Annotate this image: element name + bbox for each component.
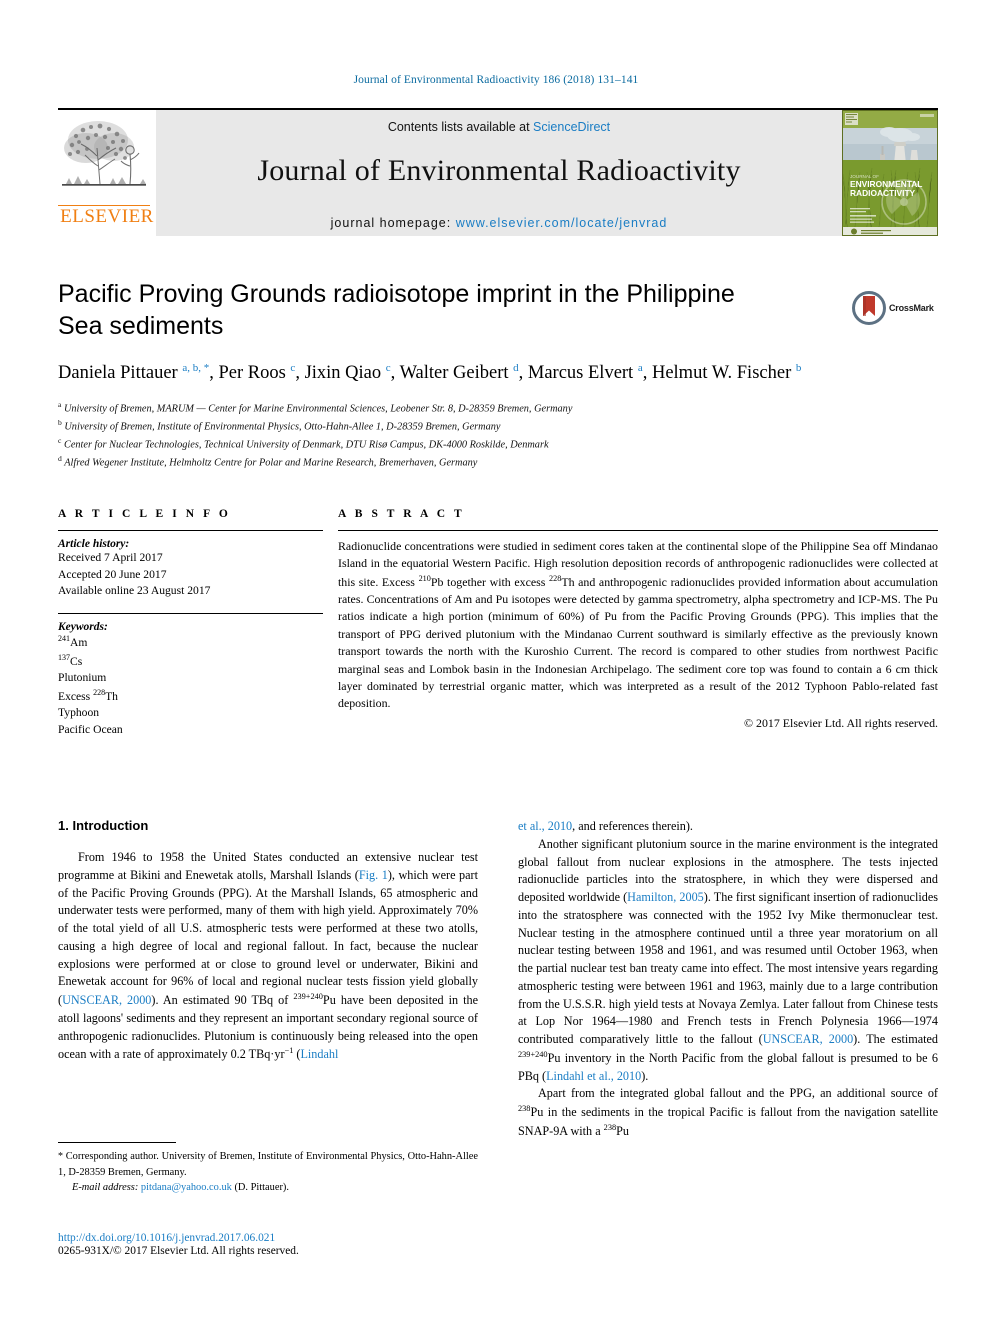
article-history-label: Article history: (58, 538, 130, 550)
article-history-received: Received 7 April 2017 (58, 551, 163, 564)
page-title: Pacific Proving Grounds radioisotope imp… (58, 280, 735, 340)
title-block: Pacific Proving Grounds radioisotope imp… (58, 278, 938, 472)
body-paragraph: Apart from the integrated global fallout… (518, 1086, 938, 1138)
affiliation-marker: a (58, 400, 62, 410)
figure-link-fig1[interactable]: Fig. 1 (359, 868, 388, 882)
body-columns: 1. Introduction From 1946 to 1958 the Un… (58, 818, 938, 1141)
elsevier-logo: ELSEVIER (58, 110, 156, 236)
contents-available-line: Contents lists available at ScienceDirec… (388, 120, 610, 134)
affiliation-marker: b (58, 418, 62, 428)
affiliation-text: Center for Nuclear Technologies, Technic… (63, 439, 549, 451)
body-paragraph: From 1946 to 1958 the United States cond… (58, 850, 478, 1062)
body-paragraph: et al., 2010, and references therein). (518, 819, 693, 833)
affiliation-marker: c (58, 436, 62, 446)
citation-link-lindahl-2010[interactable]: Lindahl (300, 1047, 338, 1061)
keyword-item: Excess 228Th (58, 687, 118, 703)
affiliation-text: Alfred Wegener Institute, Helmholtz Cent… (64, 457, 478, 469)
article-info-heading: A R T I C L E I N F O (58, 508, 231, 520)
email-label: E-mail address: (72, 1181, 141, 1193)
affiliation-item: c Center for Nuclear Technologies, Techn… (58, 435, 938, 453)
keyword-item: 137Cs (58, 652, 83, 668)
crossmark-badge[interactable]: CrossMark (852, 286, 938, 330)
masthead-center: Contents lists available at ScienceDirec… (156, 110, 842, 236)
affiliation-item: a University of Bremen, MARUM — Center f… (58, 399, 938, 417)
homepage-url-link[interactable]: www.elsevier.com/locate/jenvrad (456, 216, 668, 230)
svg-text:RADIOACTIVITY: RADIOACTIVITY (850, 188, 916, 198)
journal-masthead: ELSEVIER Contents lists available at Sci… (58, 108, 938, 236)
page-footer: http://dx.doi.org/10.1016/j.jenvrad.2017… (58, 1232, 478, 1257)
homepage-label: journal homepage: (330, 216, 456, 230)
article-history-online: Available online 23 August 2017 (58, 584, 211, 598)
citation-link-lindahl-et-al-2010[interactable]: Lindahl et al., 2010 (546, 1069, 641, 1083)
journal-homepage-line: journal homepage: www.elsevier.com/locat… (331, 216, 668, 230)
affiliation-text: University of Bremen, Institute of Envir… (64, 421, 501, 433)
keyword-item: 241Am (58, 634, 88, 649)
doi-link[interactable]: http://dx.doi.org/10.1016/j.jenvrad.2017… (58, 1232, 478, 1244)
keyword-item: Typhoon (58, 706, 100, 720)
journal-cover-image: JOURNAL OF ENVIRONMENTAL RADIOACTIVITY (842, 110, 938, 236)
article-info-rule-top (58, 530, 323, 531)
affiliation-item: b University of Bremen, Institute of Env… (58, 417, 938, 435)
author-list: Daniela Pittauer a, b, *, Per Roos c, Ji… (58, 361, 802, 383)
affiliation-text: University of Bremen, MARUM — Center for… (63, 403, 573, 415)
sciencedirect-link[interactable]: ScienceDirect (533, 120, 610, 134)
contents-prefix: Contents lists available at (387, 120, 534, 134)
body-column-right: et al., 2010, and references therein). A… (518, 818, 938, 1141)
journal-cover-thumbnail: JOURNAL OF ENVIRONMENTAL RADIOACTIVITY (842, 110, 938, 236)
citation-link-unscear-2000-b[interactable]: UNSCEAR, 2000 (763, 1032, 853, 1046)
affiliation-item: d Alfred Wegener Institute, Helmholtz Ce… (58, 453, 938, 471)
article-info-rule-mid (58, 613, 323, 615)
citation-link-hamilton-2005[interactable]: Hamilton, 2005 (627, 890, 704, 904)
abstract-column: A B S T R A C T Radionuclide concentrati… (338, 508, 938, 739)
footnote-email-line: E-mail address: pitdana@yahoo.co.uk (D. … (58, 1180, 478, 1195)
corresponding-author-footnote: * Corresponding author. University of Br… (58, 1142, 478, 1195)
citation-link-unscear-2000[interactable]: UNSCEAR, 2000 (62, 993, 151, 1007)
footnote-rule (58, 1142, 176, 1143)
abstract-body: Radionuclide concentrations were studied… (338, 539, 938, 711)
crossmark-icon (852, 291, 886, 325)
affiliation-marker: d (58, 454, 62, 464)
affiliation-list: a University of Bremen, MARUM — Center f… (58, 399, 938, 471)
elsevier-tree-icon (58, 114, 150, 204)
section-heading-introduction: 1. Introduction (58, 818, 149, 833)
keywords-label: Keywords: (58, 621, 108, 634)
keyword-item: Pacific Ocean (58, 723, 123, 737)
article-history-accepted: Accepted 20 June 2017 (58, 567, 167, 581)
keyword-item: Plutonium (58, 671, 107, 685)
journal-title: Journal of Environmental Radioactivity (257, 154, 741, 187)
abstract-heading: A B S T R A C T (338, 508, 465, 520)
elsevier-wordmark: ELSEVIER (60, 206, 154, 227)
paper-page: Journal of Environmental Radioactivity 1… (0, 0, 992, 1323)
citation-link-lindahl-2010-cont[interactable]: et al., 2010 (518, 819, 572, 833)
issn-copyright-line: 0265-931X/© 2017 Elsevier Ltd. All right… (58, 1245, 299, 1257)
body-paragraph: Another significant plutonium source in … (518, 836, 939, 1083)
email-link[interactable]: pitdana@yahoo.co.uk (141, 1182, 232, 1193)
running-head: Journal of Environmental Radioactivity 1… (353, 74, 639, 86)
email-suffix: (D. Pittauer). (231, 1181, 289, 1193)
footnote-corresponding: * Corresponding author. University of Br… (58, 1151, 478, 1178)
body-column-left: 1. Introduction From 1946 to 1958 the Un… (58, 818, 478, 1141)
abstract-rule (338, 530, 938, 531)
article-info-column: A R T I C L E I N F O Article history: R… (58, 508, 323, 739)
info-abstract-region: A R T I C L E I N F O Article history: R… (58, 508, 938, 739)
abstract-copyright: © 2017 Elsevier Ltd. All rights reserved… (744, 715, 938, 730)
crossmark-label: CrossMark (889, 303, 934, 313)
